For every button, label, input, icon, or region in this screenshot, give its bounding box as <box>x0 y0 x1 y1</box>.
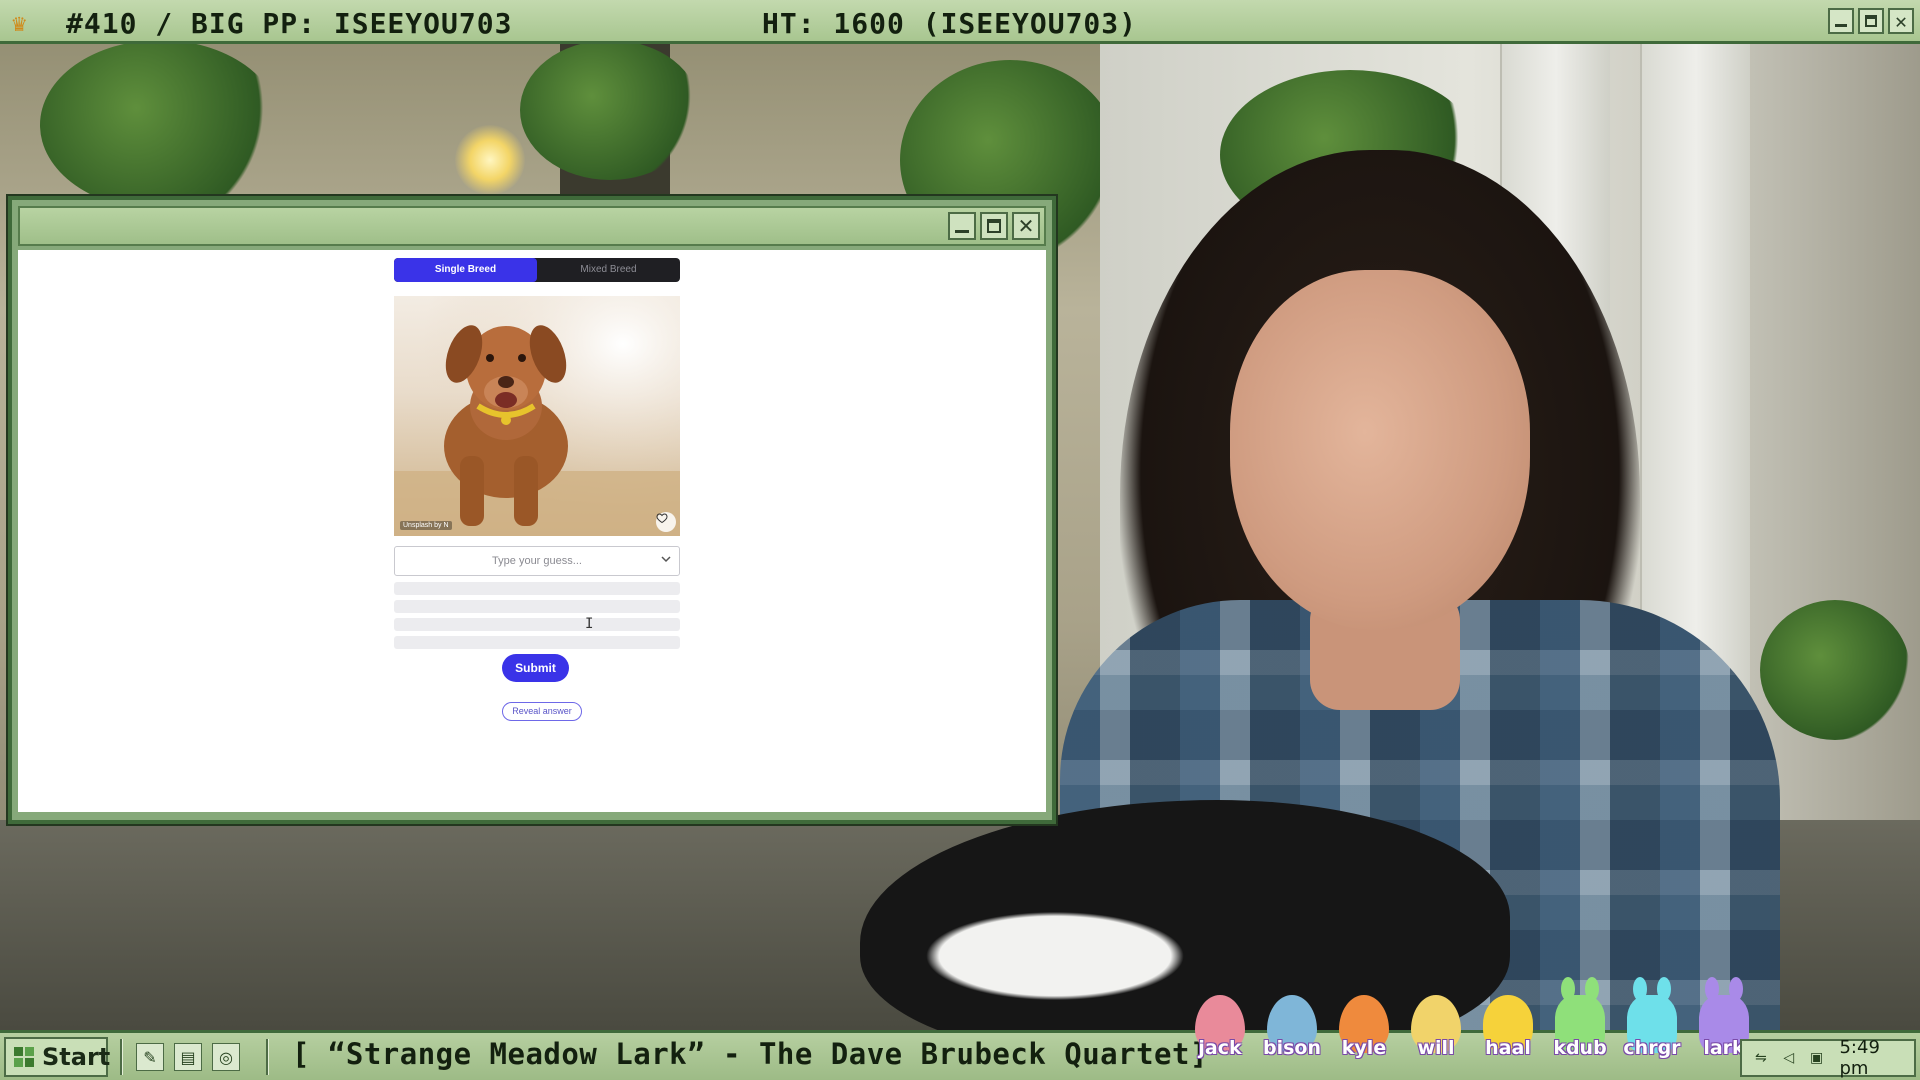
plant-decor <box>1760 600 1910 740</box>
close-icon[interactable]: ✕ <box>1888 8 1914 34</box>
badge-haal: haal <box>1476 995 1540 1059</box>
answer-slot <box>394 582 680 595</box>
heart-icon <box>656 513 668 524</box>
chevron-down-icon <box>661 556 671 563</box>
window-titlebar[interactable]: ✕ <box>18 206 1046 246</box>
text-cursor-icon: I <box>585 616 594 632</box>
notepad-icon[interactable]: ✎ <box>136 1043 164 1071</box>
maximize-icon[interactable] <box>980 212 1008 240</box>
badge-name: haal <box>1485 1037 1531 1059</box>
network-icon[interactable]: ⇋ <box>1750 1047 1772 1069</box>
answer-slot <box>394 600 680 613</box>
now-playing-text: [ “Strange Meadow Lark” - The Dave Brube… <box>292 1037 1208 1071</box>
stream-header-bar: ♛ #410 / BIG PP: ISEEYOU703 HT: 1600 (IS… <box>0 0 1920 44</box>
badge-name: kdub <box>1553 1037 1607 1059</box>
badge-name: bison <box>1262 1037 1321 1059</box>
window-controls: ✕ <box>948 212 1040 240</box>
tab-mixed-breed[interactable]: Mixed Breed <box>537 258 680 282</box>
badge-bison: bison <box>1260 995 1324 1059</box>
badge-name: will <box>1417 1037 1455 1059</box>
submit-button[interactable]: Submit <box>502 654 569 682</box>
dog-illustration <box>394 296 680 536</box>
badge-chrgr: chrgr <box>1620 977 1684 1059</box>
display-icon[interactable]: ▣ <box>1806 1047 1828 1069</box>
taskbar-divider <box>266 1039 269 1075</box>
answer-slot <box>394 618 680 631</box>
start-button[interactable]: Start <box>4 1037 111 1077</box>
clock: 5:49 pm <box>1839 1037 1880 1079</box>
header-window-controls: ✕ <box>1828 8 1914 34</box>
breed-mode-toggle: Single Breed Mixed Breed <box>394 258 680 282</box>
tab-single-breed[interactable]: Single Breed <box>394 258 537 282</box>
minimize-icon[interactable] <box>948 212 976 240</box>
system-tray: ⇋ ◁ ▣ 5:49 pm <box>1740 1037 1916 1079</box>
taskbar: Start ✎ ▤ ◎ [ “Strange Meadow Lark” - Th… <box>0 977 1920 1080</box>
reveal-answer-button[interactable]: Reveal answer <box>502 702 582 721</box>
favorite-button[interactable] <box>656 512 676 532</box>
viewer-badges: jack bison kyle will haal kdub chrgr lar… <box>1188 977 1756 1059</box>
badge-kdub: kdub <box>1548 977 1612 1059</box>
breed-guess-select[interactable]: Type your guess... <box>394 546 680 576</box>
big-pp-label: #410 / BIG PP: ISEEYOU703 <box>66 7 513 40</box>
badge-kyle: kyle <box>1332 995 1396 1059</box>
badge-will: will <box>1404 995 1468 1059</box>
crown-icon: ♛ <box>12 9 27 37</box>
badge-name: chrgr <box>1623 1037 1681 1059</box>
start-logo-icon <box>12 1045 36 1069</box>
plant-decor <box>40 40 280 210</box>
start-label: Start <box>42 1043 111 1071</box>
browser-icon[interactable]: ◎ <box>212 1043 240 1071</box>
badge-name: kyle <box>1341 1037 1387 1059</box>
badge-jack: jack <box>1188 995 1252 1059</box>
guess-placeholder: Type your guess... <box>492 555 582 567</box>
room-lamp <box>455 125 525 195</box>
close-icon[interactable]: ✕ <box>1012 212 1040 240</box>
volume-icon[interactable]: ◁ <box>1778 1047 1800 1069</box>
plant-decor <box>520 40 700 180</box>
dog-photo: Unsplash by N <box>394 296 680 536</box>
ht-label: HT: 1600 (ISEEYOU703) <box>762 7 1138 40</box>
answer-slot <box>394 636 680 649</box>
badge-name: jack <box>1198 1037 1242 1059</box>
taskbar-divider <box>120 1039 123 1075</box>
dog-breed-game-window: ✕ Single Breed Mixed Breed Unsplash by N… <box>8 196 1056 824</box>
quick-launch: ✎ ▤ ◎ <box>136 1043 240 1071</box>
badge-name: lark <box>1703 1037 1745 1059</box>
minimize-icon[interactable] <box>1828 8 1854 34</box>
streamer-face <box>1230 270 1530 630</box>
maximize-icon[interactable] <box>1858 8 1884 34</box>
page-content: Single Breed Mixed Breed Unsplash by N T… <box>18 250 1046 812</box>
photo-credit: Unsplash by N <box>400 521 452 530</box>
folder-icon[interactable]: ▤ <box>174 1043 202 1071</box>
